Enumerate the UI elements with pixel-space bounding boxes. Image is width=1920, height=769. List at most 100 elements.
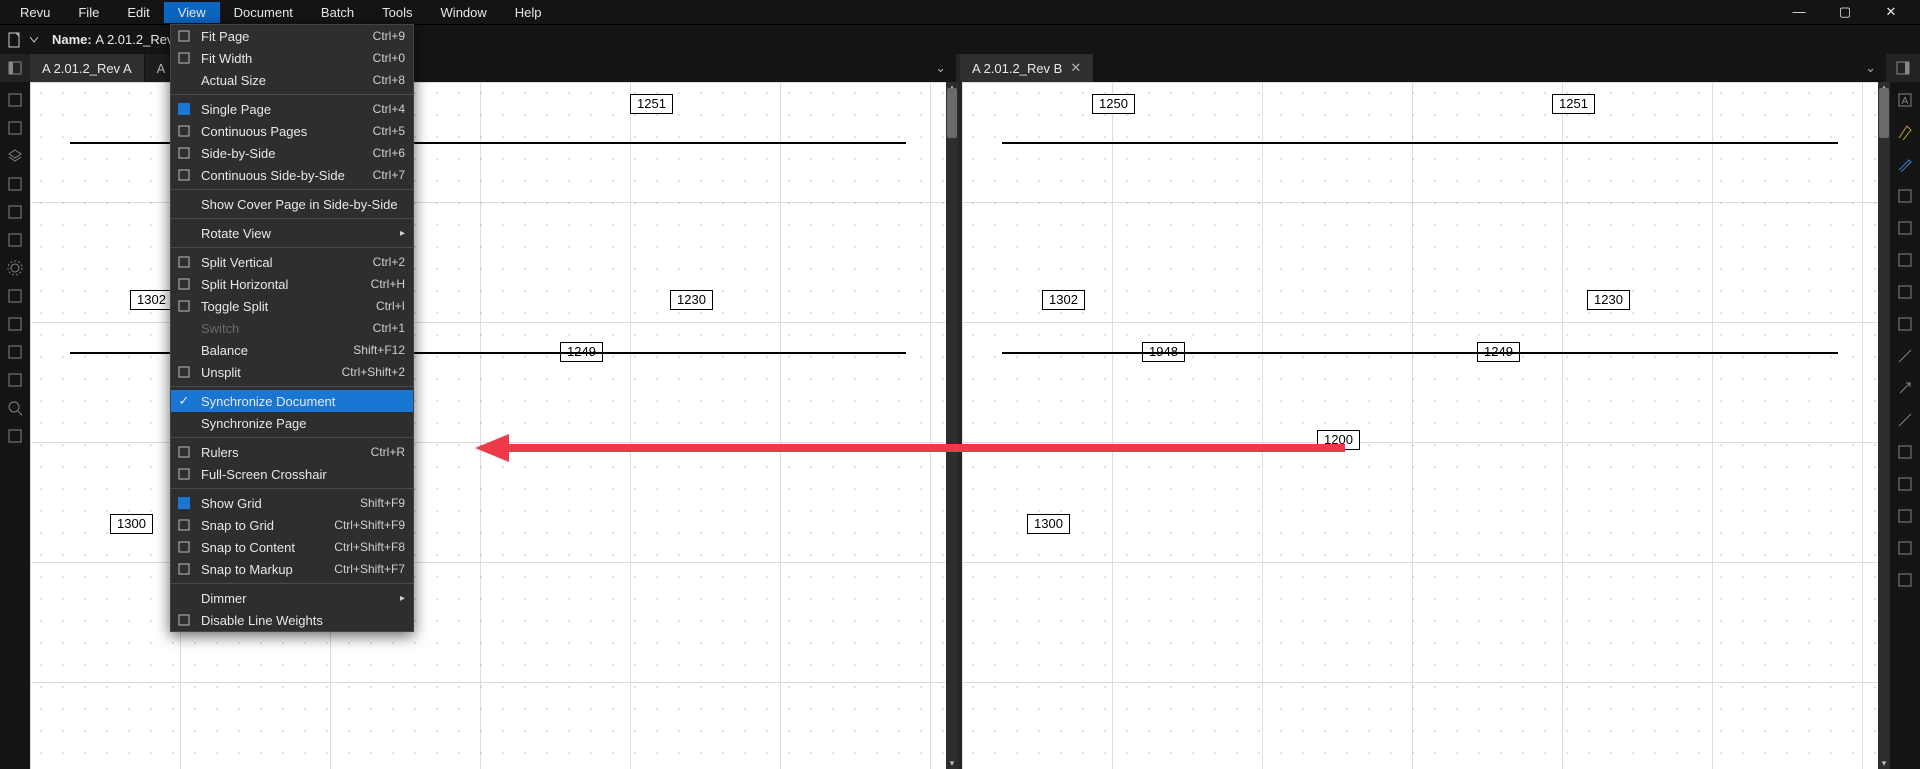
clipboard-icon[interactable] [7, 316, 23, 332]
pane-right[interactable]: 12501251130212301948124912001300 ▴ ▾ [958, 82, 1890, 769]
maximize-button[interactable]: ▢ [1822, 0, 1868, 24]
menu-item-snap-to-content[interactable]: Snap to Content Ctrl+Shift+F8 [171, 536, 413, 558]
menu-item-actual-size[interactable]: Actual SizeCtrl+8 [171, 69, 413, 91]
box-icon[interactable] [7, 428, 23, 444]
menu-shortcut: Ctrl+4 [373, 102, 405, 116]
marquee-icon[interactable] [1897, 284, 1913, 300]
search-icon[interactable] [7, 400, 23, 416]
stamp-icon[interactable] [1897, 316, 1913, 332]
close-button[interactable]: ✕ [1868, 0, 1914, 24]
polyline-icon[interactable] [1897, 412, 1913, 428]
arc-icon[interactable] [1897, 444, 1913, 460]
color-icon[interactable] [7, 344, 23, 360]
scrollbar-left[interactable]: ▴ ▾ [946, 82, 958, 769]
menu-item-disable-line-weights[interactable]: Disable Line Weights [171, 609, 413, 631]
menu-separator [171, 437, 413, 438]
menu-window[interactable]: Window [427, 2, 501, 23]
line-icon[interactable] [1897, 348, 1913, 364]
pen-icon[interactable] [1897, 156, 1913, 172]
menu-item-rulers[interactable]: RulersCtrl+R [171, 441, 413, 463]
layers-icon[interactable] [7, 148, 23, 164]
floorplan-left[interactable]: 125012511302123012491300 [30, 82, 946, 769]
menu-separator [171, 488, 413, 489]
name-label: Name: [52, 32, 92, 47]
shape-icon[interactable] [1897, 252, 1913, 268]
image-icon[interactable] [1897, 540, 1913, 556]
menu-edit[interactable]: Edit [113, 2, 163, 23]
tab-right-0[interactable]: A 2.01.2_Rev B✕ [960, 54, 1094, 82]
menu-item-continuous-pages[interactable]: Continuous PagesCtrl+5 [171, 120, 413, 142]
floorplan-right[interactable]: 12501251130212301948124912001300 [962, 82, 1878, 769]
menu-item-toggle-split[interactable]: Toggle SplitCtrl+I [171, 295, 413, 317]
gear-icon[interactable] [7, 260, 23, 276]
menu-item-balance[interactable]: BalanceShift+F12 [171, 339, 413, 361]
menu-item-side-by-side[interactable]: Side-by-SideCtrl+6 [171, 142, 413, 164]
submenu-arrow-icon: ▸ [400, 593, 405, 604]
menu-help[interactable]: Help [501, 2, 556, 23]
menu-item-synchronize-document[interactable]: ✓Synchronize Document [171, 390, 413, 412]
menu-item-fit-page[interactable]: Fit PageCtrl+9 [171, 25, 413, 47]
grid-icon[interactable] [7, 92, 23, 108]
menu-document[interactable]: Document [220, 2, 307, 23]
tabs-left-caret[interactable]: ⌄ [925, 54, 956, 82]
menu-item-show-cover-page-in-side-by-side[interactable]: Show Cover Page in Side-by-Side [171, 193, 413, 215]
menu-tools[interactable]: Tools [368, 2, 426, 23]
menu-item-full-screen-crosshair[interactable]: Full-Screen Crosshair [171, 463, 413, 485]
menu-item-split-vertical[interactable]: Split VerticalCtrl+2 [171, 251, 413, 273]
scroll-down-icon[interactable]: ▾ [946, 758, 958, 769]
ruler-icon[interactable] [7, 288, 23, 304]
callout-icon[interactable] [1897, 508, 1913, 524]
scroll-thumb[interactable] [947, 88, 957, 138]
crop-icon[interactable] [7, 232, 23, 248]
menu-item-continuous-side-by-side[interactable]: Continuous Side-by-SideCtrl+7 [171, 164, 413, 186]
menu-item-snap-to-grid[interactable]: Snap to GridCtrl+Shift+F9 [171, 514, 413, 536]
menu-item-single-page[interactable]: Single PageCtrl+4 [171, 98, 413, 120]
menu-item-rotate-view[interactable]: Rotate View▸ [171, 222, 413, 244]
menu-item-show-grid[interactable]: Show GridShift+F9 [171, 492, 413, 514]
tabs-right-caret[interactable]: ⌄ [1855, 54, 1886, 82]
scroll-thumb[interactable] [1879, 88, 1889, 138]
menu-batch[interactable]: Batch [307, 2, 368, 23]
menu-item-fit-width[interactable]: Fit WidthCtrl+0 [171, 47, 413, 69]
menu-file[interactable]: File [64, 2, 113, 23]
fit-width-icon [175, 51, 193, 65]
minimize-button[interactable]: — [1776, 0, 1822, 24]
continuous-icon [175, 124, 193, 138]
room-label: 1251 [630, 94, 673, 114]
bracket-icon[interactable] [1897, 476, 1913, 492]
menu-shortcut: Ctrl+H [371, 277, 405, 291]
scroll-down-icon[interactable]: ▾ [1878, 758, 1890, 769]
close-icon[interactable]: ✕ [1070, 60, 1081, 76]
menu-item-label: Continuous Pages [201, 124, 365, 139]
scrollbar-right[interactable]: ▴ ▾ [1878, 82, 1890, 769]
cloud-icon[interactable] [1897, 188, 1913, 204]
menu-revu[interactable]: Revu [6, 2, 64, 23]
menu-view[interactable]: View [164, 2, 220, 23]
pin-icon[interactable] [7, 204, 23, 220]
file-chip[interactable] [6, 31, 38, 49]
arrow-icon[interactable] [1897, 380, 1913, 396]
menu-item-label: Rotate View [201, 226, 392, 241]
menu-item-synchronize-page[interactable]: Synchronize Page [171, 412, 413, 434]
menu-item-snap-to-markup[interactable]: Snap to MarkupCtrl+Shift+F7 [171, 558, 413, 580]
menu-item-unsplit[interactable]: UnsplitCtrl+Shift+2 [171, 361, 413, 383]
left-panel-toggle[interactable] [0, 54, 30, 82]
group-icon[interactable] [1897, 572, 1913, 588]
right-panel-toggle[interactable] [1886, 54, 1920, 82]
eraser-icon[interactable] [1897, 220, 1913, 236]
tab-left-0[interactable]: A 2.01.2_Rev A [30, 54, 145, 82]
menu-separator [171, 583, 413, 584]
menu-item-split-horizontal[interactable]: Split HorizontalCtrl+H [171, 273, 413, 295]
menu-item-label: Fit Width [201, 51, 365, 66]
left-icon[interactable] [7, 372, 23, 388]
menu-shortcut: Ctrl+Shift+F8 [334, 540, 405, 554]
menu-item-label: Snap to Grid [201, 518, 326, 533]
text-tool-icon[interactable]: A [1897, 92, 1913, 108]
page-icon[interactable] [7, 120, 23, 136]
menu-item-label: Snap to Content [201, 540, 326, 555]
highlighter-icon[interactable] [1897, 124, 1913, 140]
name-value: A 2.01.2_Rev [95, 32, 173, 47]
toolbox-icon[interactable] [7, 176, 23, 192]
menu-item-dimmer[interactable]: Dimmer▸ [171, 587, 413, 609]
csbs-icon [175, 168, 193, 182]
